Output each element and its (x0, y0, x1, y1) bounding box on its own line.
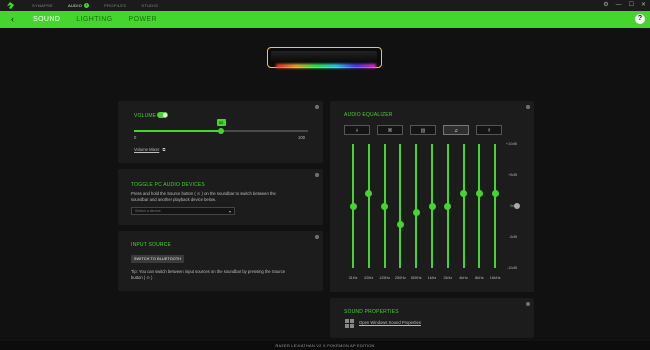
notification-badge: 1 (84, 3, 90, 8)
input-source-tip: Tip: You can switch between input source… (131, 269, 286, 280)
info-icon[interactable]: i (315, 173, 319, 177)
eq-band-knob[interactable] (365, 190, 373, 198)
eq-band-knob[interactable] (444, 202, 452, 210)
eq-band-knob[interactable] (412, 208, 420, 216)
windows-icon (345, 319, 354, 328)
eq-db-label: +10dB (505, 142, 517, 146)
switch-to-bluetooth-button[interactable]: SWITCH TO BLUETOOTH (131, 255, 184, 263)
volume-slider-fill (134, 130, 221, 132)
eq-db-label: -5dB (508, 235, 517, 239)
back-arrow-icon[interactable]: ‹ (11, 14, 14, 25)
eq-band-track (462, 144, 465, 268)
eq-band-slider[interactable] (348, 144, 358, 268)
top-tab-synapse[interactable]: SYNAPSE (32, 0, 53, 11)
toggle-devices-description: Press and hold the Source button ( ⊙ ) o… (131, 191, 276, 202)
volume-title: VOLUME (134, 113, 157, 119)
volume-max-label: 100 (298, 135, 305, 140)
eq-band-knob[interactable] (396, 221, 404, 229)
eq-band-slider[interactable] (411, 144, 421, 268)
info-icon[interactable]: i (315, 235, 319, 239)
tab-lighting[interactable]: LIGHTING (76, 16, 112, 23)
eq-preset-music-note-icon[interactable]: ♫ (443, 125, 469, 135)
top-tab-audio[interactable]: AUDIO 1 (68, 0, 90, 11)
device-image (267, 47, 382, 68)
eq-preset-eq-sliders-icon[interactable]: ⫲ (344, 125, 370, 135)
rgb-underglow (276, 64, 376, 68)
toggle-devices-title: TOGGLE PC AUDIO DEVICES (131, 182, 205, 188)
eq-band-knob[interactable] (381, 202, 389, 210)
volume-mixer-link[interactable]: Volume Mixer ⧉ (134, 147, 166, 153)
volume-slider[interactable] (134, 128, 308, 134)
sub-nav: SOUND LIGHTING POWER (33, 11, 173, 28)
sound-properties-panel: i (330, 298, 534, 338)
soundbar-body (271, 51, 377, 63)
eq-band-knob[interactable] (491, 190, 499, 198)
settings-icon[interactable]: ⚙ (603, 1, 608, 10)
eq-band-slider[interactable] (395, 144, 405, 268)
eq-band-track (399, 144, 402, 268)
eq-band-slider[interactable] (427, 144, 437, 268)
volume-min-label: 0 (134, 135, 137, 140)
eq-band-slider[interactable] (380, 144, 390, 268)
eq-band-knob[interactable] (428, 202, 436, 210)
external-link-icon: ⧉ (162, 147, 166, 152)
chevron-down-icon: ▾ (228, 209, 231, 214)
help-icon[interactable]: ? (635, 14, 645, 24)
eq-band-frequency: 16kHz (489, 276, 501, 280)
top-nav: SYNAPSE AUDIO 1 PROFILES STUDIO (32, 0, 173, 11)
eq-band-track (415, 144, 418, 268)
db-reset-knob[interactable] (514, 203, 520, 209)
eq-band-slider[interactable] (490, 144, 500, 268)
maximize-icon[interactable]: ☐ (629, 1, 634, 10)
eq-band-slider[interactable] (459, 144, 469, 268)
eq-band-track (478, 144, 481, 268)
close-icon[interactable]: ✕ (641, 1, 646, 10)
volume-value-label: 50 (216, 119, 226, 126)
eq-preset-custom-eq-icon[interactable]: ⫩ (476, 125, 502, 135)
sound-properties-title: SOUND PROPERTIES (344, 309, 399, 315)
eq-preset-film-icon[interactable]: ▥ (410, 125, 436, 135)
eq-preset-tabs: ⫲ ⌘ ▥ ♫ ⫩ (344, 125, 502, 135)
sub-header: ‹ SOUND LIGHTING POWER ? (0, 11, 650, 28)
device-select[interactable]: Select a device ▾ (131, 207, 235, 215)
input-source-title: INPUT SOURCE (131, 242, 172, 248)
eq-band-knob[interactable] (460, 190, 468, 198)
eq-band-knob[interactable] (475, 190, 483, 198)
razer-logo-icon (7, 2, 14, 9)
eq-db-label: +5dB (508, 173, 517, 177)
eq-band-track (494, 144, 497, 268)
top-tab-profiles[interactable]: PROFILES (104, 0, 126, 11)
equalizer-title: AUDIO EQUALIZER (344, 112, 393, 118)
info-icon[interactable]: i (526, 302, 530, 306)
top-tab-studio[interactable]: STUDIO (141, 0, 158, 11)
eq-preset-gamepad-icon[interactable]: ⌘ (377, 125, 403, 135)
volume-toggle[interactable] (157, 112, 168, 118)
minimize-icon[interactable]: — (616, 1, 622, 10)
tab-sound[interactable]: SOUND (33, 16, 60, 23)
eq-db-label: -10dB (506, 266, 517, 270)
info-icon[interactable]: i (315, 105, 319, 109)
device-name-footer: RAZER LEVIATHAN V2 X POKÉMON AP EDITION (0, 341, 650, 350)
volume-slider-thumb[interactable] (218, 128, 224, 134)
eq-band-slider[interactable] (443, 144, 453, 268)
eq-band-track (367, 144, 370, 268)
info-icon[interactable]: i (526, 105, 530, 109)
open-sound-properties-link[interactable]: Open Windows Sound Properties (359, 320, 421, 326)
eq-band-slider[interactable] (364, 144, 374, 268)
eq-band-knob[interactable] (349, 202, 357, 210)
window-controls: ⚙ — ☐ ✕ (603, 1, 646, 10)
title-bar: SYNAPSE AUDIO 1 PROFILES STUDIO ⚙ — ☐ ✕ (0, 0, 650, 11)
tab-power[interactable]: POWER (129, 16, 157, 23)
eq-band-slider[interactable] (474, 144, 484, 268)
